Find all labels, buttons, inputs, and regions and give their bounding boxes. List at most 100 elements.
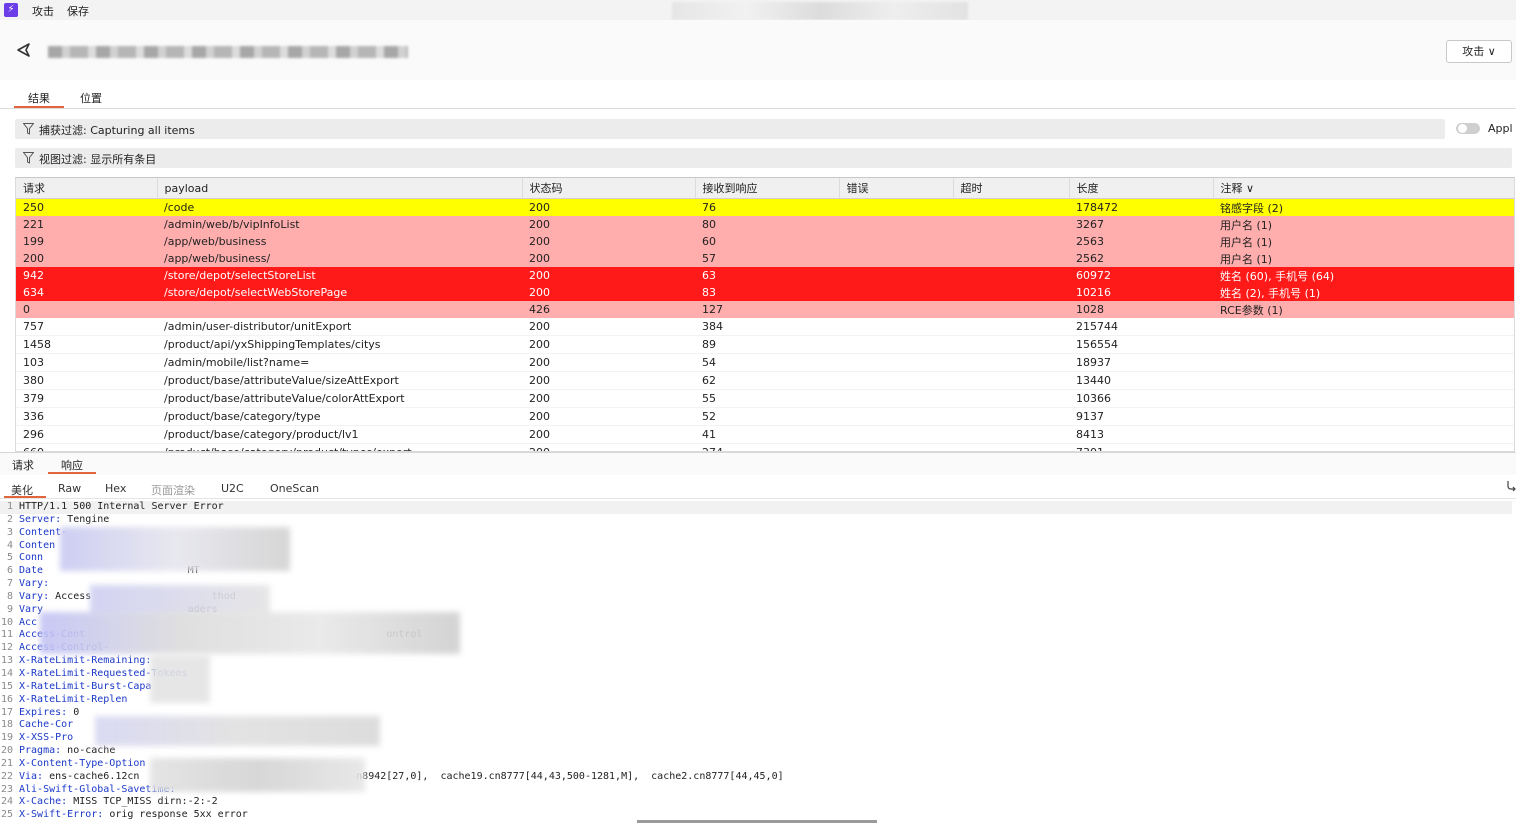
- table-cell: RCE参数 (1): [1213, 301, 1514, 318]
- wrap-icon[interactable]: [1506, 480, 1516, 492]
- table-cell: /product/base/category/product/lv1: [157, 425, 522, 444]
- tab-response[interactable]: 响应: [61, 457, 83, 473]
- line-number: 22: [0, 770, 13, 782]
- code-line: 14 X-RateLimit-Requested-Tokens: [0, 668, 1512, 681]
- table-cell: 用户名 (1): [1213, 250, 1514, 267]
- table-cell: 63: [695, 267, 839, 284]
- table-row[interactable]: 296/product/base/category/product/lv1 200…: [16, 425, 1514, 444]
- menu-save[interactable]: 保存: [67, 3, 89, 19]
- table-row[interactable]: 0 426 127 1028 RCE参数 (1): [16, 301, 1514, 318]
- tab-onescan[interactable]: OneScan: [270, 482, 319, 495]
- table-cell: 103: [16, 353, 157, 372]
- table-row[interactable]: 1458/product/api/yxShippingTemplates/cit…: [16, 335, 1514, 354]
- table-row[interactable]: 380/product/base/attributeValue/sizeAttE…: [16, 371, 1514, 390]
- table-row[interactable]: 660/product/base/category/product/types/…: [16, 443, 1514, 451]
- line-number: 14: [0, 667, 13, 679]
- line-number: 7: [6, 578, 13, 590]
- header-key: X-RateLimit-Burst-Capa: [19, 680, 152, 692]
- table-cell: [953, 250, 1069, 267]
- column-header[interactable]: 超时: [953, 178, 1070, 199]
- tab-active-indicator: [4, 496, 46, 498]
- tab-results[interactable]: 结果: [26, 90, 52, 106]
- table-row[interactable]: 757/admin/user-distributor/unitExport 200…: [16, 318, 1514, 336]
- column-header[interactable]: 注释 ∨: [1213, 178, 1514, 199]
- table-cell: 660: [16, 443, 157, 451]
- line-number: 17: [0, 706, 13, 718]
- table-cell: [839, 371, 953, 390]
- table-cell: 200: [522, 443, 695, 451]
- line-number: 6: [6, 565, 13, 577]
- table-row[interactable]: 103/admin/mobile/list?name= 200 54 18937: [16, 353, 1514, 372]
- table-cell: [1213, 371, 1514, 390]
- table-cell: 156554: [1069, 335, 1213, 354]
- table-cell: 200: [522, 233, 695, 250]
- redacted-region: [60, 527, 290, 571]
- tab-hex[interactable]: Hex: [105, 482, 126, 495]
- column-header[interactable]: 长度: [1069, 178, 1214, 199]
- line-number: 23: [0, 783, 13, 795]
- table-row[interactable]: 200/app/web/business/200 57 2562 用户名 (1): [16, 250, 1514, 267]
- column-header[interactable]: 请求: [16, 178, 158, 199]
- tabs-divider: [0, 108, 1516, 109]
- table-cell: 9137: [1069, 407, 1213, 426]
- line-number: 18: [0, 719, 13, 731]
- table-row[interactable]: 199/app/web/business 200 60 2563 用户名 (1): [16, 233, 1514, 250]
- table-cell: 384: [695, 318, 839, 336]
- capture-filter-bar[interactable]: 捕获过滤: Capturing all items: [15, 119, 1445, 139]
- line-number: 8: [6, 590, 13, 602]
- table-cell: 76: [695, 198, 839, 216]
- table-cell: 200: [522, 389, 695, 408]
- tab-render[interactable]: 页面渲染: [151, 482, 195, 498]
- table-cell: 200: [522, 216, 695, 233]
- table-row[interactable]: 634/store/depot/selectWebStorePage 200 83 1…: [16, 284, 1514, 301]
- table-cell: 1028: [1069, 301, 1213, 318]
- table-cell: 250: [16, 198, 157, 216]
- table-cell: 52: [695, 407, 839, 426]
- menu-attack[interactable]: 攻击: [32, 3, 54, 19]
- header-value: no-cache: [61, 745, 116, 757]
- table-cell: 0: [16, 301, 157, 318]
- tab-positions[interactable]: 位置: [78, 90, 104, 106]
- app-logo-icon: ⚡: [4, 3, 18, 17]
- tab-u2c[interactable]: U2C: [221, 482, 244, 495]
- table-row[interactable]: 942/store/depot/selectStoreList 200 63 6097…: [16, 267, 1514, 284]
- line-number: 25: [0, 809, 13, 821]
- table-row[interactable]: 221/admin/web/b/vipInfoList 200 80 3267 用户名 …: [16, 216, 1514, 233]
- table-cell: /store/depot/selectStoreList: [157, 267, 522, 284]
- view-filter-bar[interactable]: 视图过滤: 显示所有条目: [15, 148, 1512, 168]
- table-cell: 200: [522, 407, 695, 426]
- table-cell: [1213, 318, 1514, 336]
- redacted-title: [672, 2, 968, 20]
- tab-raw[interactable]: Raw: [58, 482, 81, 495]
- table-cell: [953, 425, 1069, 444]
- table-row[interactable]: 250/code 200 76 178472 铭感字段 (2): [16, 198, 1514, 216]
- line-number: 10: [0, 616, 13, 628]
- table-cell: 铭感字段 (2): [1213, 198, 1514, 216]
- table-cell: [1213, 389, 1514, 408]
- code-line: 16 X-RateLimit-Replen: [0, 694, 1512, 707]
- table-cell: 380: [16, 371, 157, 390]
- column-header[interactable]: payload: [157, 178, 523, 199]
- table-cell: [953, 301, 1069, 318]
- table-cell: 942: [16, 267, 157, 284]
- column-header[interactable]: 状态码: [522, 178, 696, 199]
- column-header[interactable]: 错误: [839, 178, 954, 199]
- table-cell: 199: [16, 233, 157, 250]
- table-cell: 57: [695, 250, 839, 267]
- table-cell: [839, 425, 953, 444]
- table-cell: [1213, 407, 1514, 426]
- table-cell: 200: [522, 318, 695, 336]
- table-cell: [839, 301, 953, 318]
- redacted-region: [150, 758, 365, 792]
- table-cell: [839, 233, 953, 250]
- tab-request[interactable]: 请求: [12, 457, 34, 473]
- table-row[interactable]: 379/product/base/attributeValue/colorAtt…: [16, 389, 1514, 408]
- header-key: Pragma:: [19, 745, 62, 757]
- attack-button[interactable]: 攻击 ∨: [1446, 40, 1512, 63]
- table-cell: 8413: [1069, 425, 1213, 444]
- table-cell: [953, 407, 1069, 426]
- column-header[interactable]: 接收到响应: [695, 178, 840, 199]
- table-cell: [953, 284, 1069, 301]
- table-row[interactable]: 336/product/base/category/type 200 52 9137: [16, 407, 1514, 426]
- line-number: 20: [0, 745, 13, 757]
